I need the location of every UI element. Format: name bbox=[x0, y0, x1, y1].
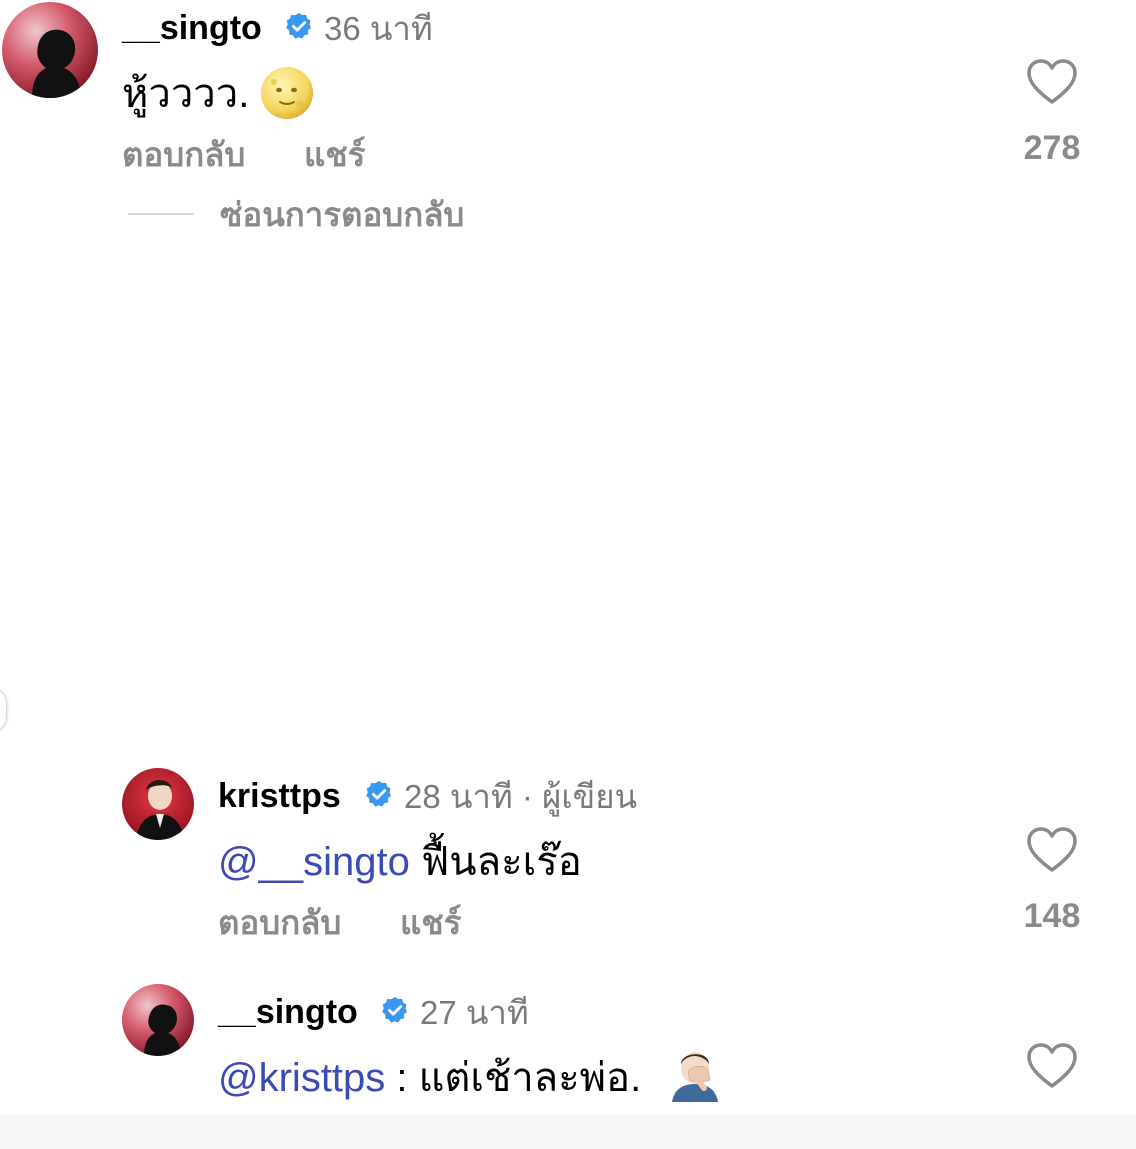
hide-replies-divider bbox=[128, 213, 194, 215]
verified-badge-icon bbox=[364, 779, 394, 809]
verified-badge-icon bbox=[284, 11, 314, 41]
reply-username[interactable]: __singto bbox=[218, 995, 358, 1029]
comments-panel: __singto 36 นาที หู้วววว. ตอบกลับ แชร์ 2… bbox=[0, 0, 1136, 1149]
hide-replies-button[interactable]: ซ่อนการตอบกลับ bbox=[220, 198, 464, 231]
bottom-bar bbox=[0, 1115, 1136, 1149]
verified-badge-icon bbox=[380, 995, 410, 1025]
share-button[interactable]: แชร์ bbox=[400, 906, 461, 939]
mention-link[interactable]: @__singto bbox=[218, 840, 410, 884]
avatar-singto[interactable] bbox=[2, 2, 98, 98]
reply-text: @__singto ฟื้นละเร๊อ bbox=[218, 842, 582, 882]
comment-username[interactable]: __singto bbox=[122, 11, 262, 45]
reply-button[interactable]: ตอบกลับ bbox=[122, 138, 245, 171]
share-button[interactable]: แชร์ bbox=[304, 138, 365, 171]
mention-link[interactable]: @kristtps bbox=[218, 1056, 385, 1100]
heart-outline-icon[interactable] bbox=[1026, 58, 1078, 106]
reply-body: : แต่เช้าละพ่อ. bbox=[385, 1056, 642, 1100]
full-moon-face-icon bbox=[260, 66, 314, 120]
avatar-kristtps[interactable] bbox=[122, 768, 194, 840]
reply-timestamp: 28 นาที · ผู้เขียน bbox=[404, 778, 638, 815]
heart-outline-icon[interactable] bbox=[1026, 826, 1078, 874]
comment-text: หู้วววว. bbox=[122, 72, 250, 116]
avatar-singto[interactable] bbox=[122, 984, 194, 1056]
man-facepalming-icon bbox=[668, 1046, 722, 1102]
like-count: 148 bbox=[1023, 897, 1081, 935]
comment-timestamp: 36 นาที bbox=[324, 10, 433, 47]
reply-button[interactable]: ตอบกลับ bbox=[218, 906, 341, 939]
like-count: 278 bbox=[1023, 129, 1081, 167]
reply-body: ฟื้นละเร๊อ bbox=[409, 840, 582, 884]
reply-text: @kristtps : แต่เช้าละพ่อ. bbox=[218, 1058, 641, 1098]
heart-outline-icon[interactable] bbox=[1026, 1042, 1078, 1090]
reply-timestamp: 27 นาที bbox=[420, 994, 529, 1031]
edge-handle[interactable] bbox=[0, 688, 6, 732]
reply-username[interactable]: kristtps bbox=[218, 779, 341, 813]
